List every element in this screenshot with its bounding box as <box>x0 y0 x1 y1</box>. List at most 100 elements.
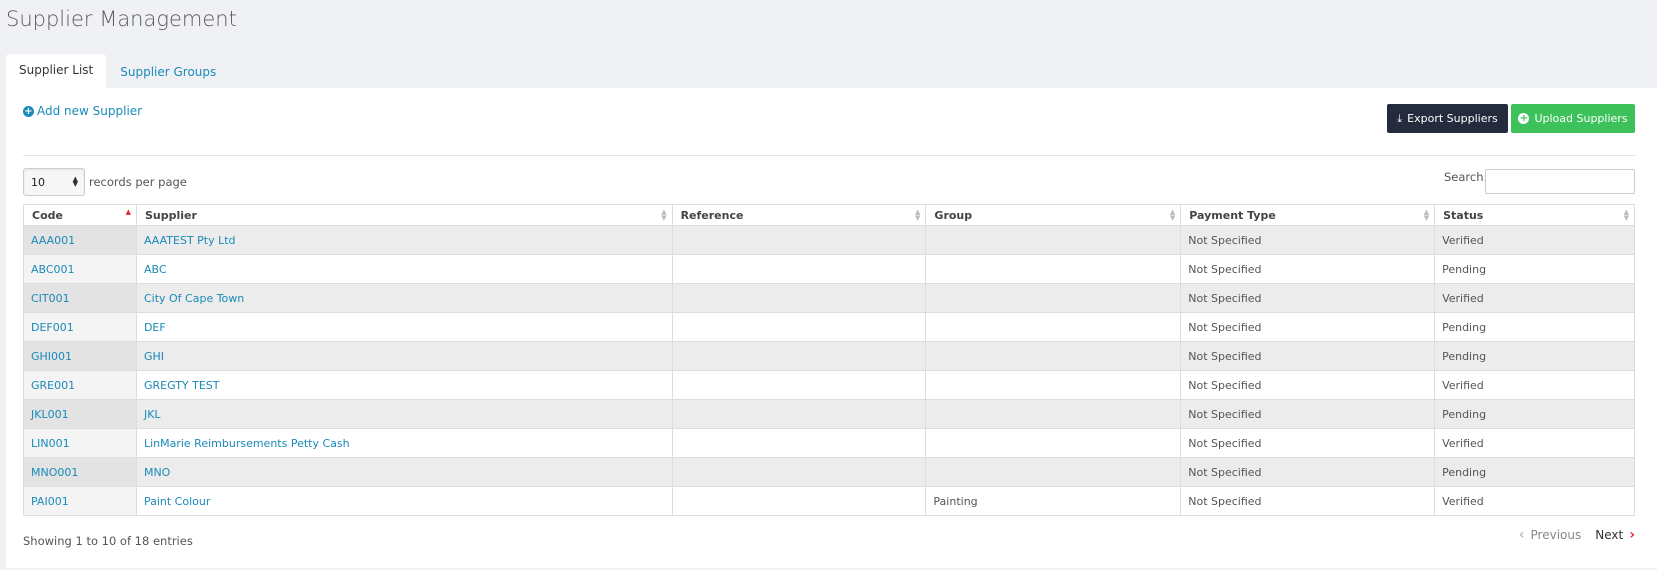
cell-supplier[interactable]: DEF <box>135 312 673 342</box>
cell-group <box>925 283 1182 313</box>
cell-group <box>925 457 1182 487</box>
table-row: DEF001 DEF Not Specified Pending <box>23 312 1635 342</box>
plus-circle-icon: + <box>1518 113 1530 124</box>
cell-group <box>925 254 1182 284</box>
column-header-label: Payment Type <box>1189 208 1276 222</box>
cell-supplier[interactable]: JKL <box>135 399 673 429</box>
column-header-label: Reference <box>680 208 744 222</box>
search-label: Search: <box>1444 170 1488 184</box>
cell-status: Pending <box>1434 312 1635 342</box>
next-page-button[interactable]: Next › <box>1595 527 1635 543</box>
records-per-page-select[interactable]: 10 ▲ ▼ <box>23 168 85 196</box>
cell-payment-type: Not Specified <box>1180 428 1436 458</box>
cell-status: Pending <box>1434 399 1635 429</box>
cell-payment-type: Not Specified <box>1180 283 1436 313</box>
column-header-code[interactable]: Code ▲ <box>23 204 137 226</box>
cell-reference <box>671 225 927 255</box>
column-header-group[interactable]: Group ▲ ▼ <box>925 204 1182 226</box>
tab-bar: Supplier List Supplier Groups <box>6 54 229 88</box>
cell-code[interactable]: ABC001 <box>23 254 137 284</box>
previous-page-button[interactable]: ‹ Previous <box>1519 527 1582 543</box>
tab-supplier-groups[interactable]: Supplier Groups <box>106 54 229 88</box>
cell-code[interactable]: JKL001 <box>23 399 137 429</box>
cell-payment-type: Not Specified <box>1180 486 1436 516</box>
cell-code[interactable]: MNO001 <box>23 457 137 487</box>
cell-status: Pending <box>1434 457 1635 487</box>
cell-payment-type: Not Specified <box>1180 399 1436 429</box>
cell-payment-type: Not Specified <box>1180 254 1436 284</box>
cell-group <box>925 399 1182 429</box>
sort-icon: ▲ ▼ <box>915 208 921 222</box>
upload-suppliers-label: Upload Suppliers <box>1534 112 1628 125</box>
upload-suppliers-button[interactable]: + Upload Suppliers <box>1511 104 1635 133</box>
cell-status: Verified <box>1434 428 1635 458</box>
column-header-label: Status <box>1443 208 1484 222</box>
add-supplier-label: Add new Supplier <box>37 104 143 118</box>
table-row: AAA001 AAATEST Pty Ltd Not Specified Ver… <box>23 225 1635 255</box>
chevron-left-icon: ‹ <box>1518 527 1525 543</box>
cell-group <box>925 428 1182 458</box>
select-arrows-icon: ▲ ▼ <box>72 175 78 188</box>
records-per-page-value: 10 <box>31 175 45 189</box>
column-header-label: Code <box>32 208 63 222</box>
cell-reference <box>671 370 927 400</box>
cell-status: Verified <box>1434 283 1635 313</box>
pagination: ‹ Previous Next › <box>1519 527 1635 543</box>
cell-supplier[interactable]: GHI <box>135 341 673 371</box>
column-header-label: Group <box>934 208 973 222</box>
table-info: Showing 1 to 10 of 18 entries <box>23 534 193 548</box>
table-row: JKL001 JKL Not Specified Pending <box>23 399 1635 429</box>
supplier-table: Code ▲ Supplier ▲ ▼ Reference ▲ ▼ Group ▲ ▼ Pay… <box>23 204 1635 516</box>
cell-supplier[interactable]: MNO <box>135 457 673 487</box>
cell-reference <box>671 254 927 284</box>
tab-supplier-list[interactable]: Supplier List <box>6 54 107 88</box>
cell-status: Pending <box>1434 341 1635 371</box>
cell-status: Verified <box>1434 370 1635 400</box>
cell-supplier[interactable]: GREGTY TEST <box>135 370 673 400</box>
cell-code[interactable]: DEF001 <box>23 312 137 342</box>
cell-supplier[interactable]: LinMarie Reimbursements Petty Cash <box>135 428 673 458</box>
cell-group <box>925 225 1182 255</box>
cell-reference <box>671 283 927 313</box>
download-icon: ⤓ <box>1397 111 1403 125</box>
cell-payment-type: Not Specified <box>1180 312 1436 342</box>
sort-icon: ▲ ▼ <box>1623 208 1629 222</box>
sort-icon: ▲ ▼ <box>1423 208 1430 222</box>
cell-payment-type: Not Specified <box>1180 225 1436 255</box>
column-header-payment-type[interactable]: Payment Type ▲ ▼ <box>1180 204 1436 226</box>
cell-supplier[interactable]: City Of Cape Town <box>135 283 673 313</box>
cell-reference <box>671 457 927 487</box>
table-header-row: Code ▲ Supplier ▲ ▼ Reference ▲ ▼ Group ▲ ▼ Pay… <box>23 204 1635 226</box>
table-row: PAI001 Paint Colour Painting Not Specifi… <box>23 486 1635 516</box>
page-title: Supplier Management <box>6 7 237 31</box>
cell-status: Pending <box>1434 254 1635 284</box>
cell-code[interactable]: PAI001 <box>23 486 137 516</box>
column-header-status[interactable]: Status ▲ ▼ <box>1434 204 1635 226</box>
plus-circle-icon: + <box>23 105 34 117</box>
cell-reference <box>671 399 927 429</box>
cell-group <box>925 312 1182 342</box>
cell-code[interactable]: LIN001 <box>23 428 137 458</box>
search-input[interactable] <box>1485 169 1635 194</box>
cell-code[interactable]: GHI001 <box>23 341 137 371</box>
cell-payment-type: Not Specified <box>1180 457 1436 487</box>
cell-reference <box>671 428 927 458</box>
sort-asc-icon: ▲ <box>125 208 131 216</box>
cell-supplier[interactable]: ABC <box>135 254 673 284</box>
cell-supplier[interactable]: AAATEST Pty Ltd <box>135 225 673 255</box>
cell-group: Painting <box>925 486 1182 516</box>
cell-code[interactable]: AAA001 <box>23 225 137 255</box>
records-per-page-label: records per page <box>89 175 187 189</box>
column-header-reference[interactable]: Reference ▲ ▼ <box>671 204 927 226</box>
add-supplier-link[interactable]: + Add new Supplier <box>23 104 142 118</box>
cell-code[interactable]: GRE001 <box>23 370 137 400</box>
cell-reference <box>671 312 927 342</box>
column-header-supplier[interactable]: Supplier ▲ ▼ <box>135 204 673 226</box>
cell-code[interactable]: CIT001 <box>23 283 137 313</box>
table-row: LIN001 LinMarie Reimbursements Petty Cas… <box>23 428 1635 458</box>
cell-supplier[interactable]: Paint Colour <box>135 486 673 516</box>
export-suppliers-button[interactable]: ⤓ Export Suppliers <box>1387 104 1508 133</box>
table-row: ABC001 ABC Not Specified Pending <box>23 254 1635 284</box>
cell-status: Verified <box>1434 225 1635 255</box>
cell-payment-type: Not Specified <box>1180 341 1436 371</box>
